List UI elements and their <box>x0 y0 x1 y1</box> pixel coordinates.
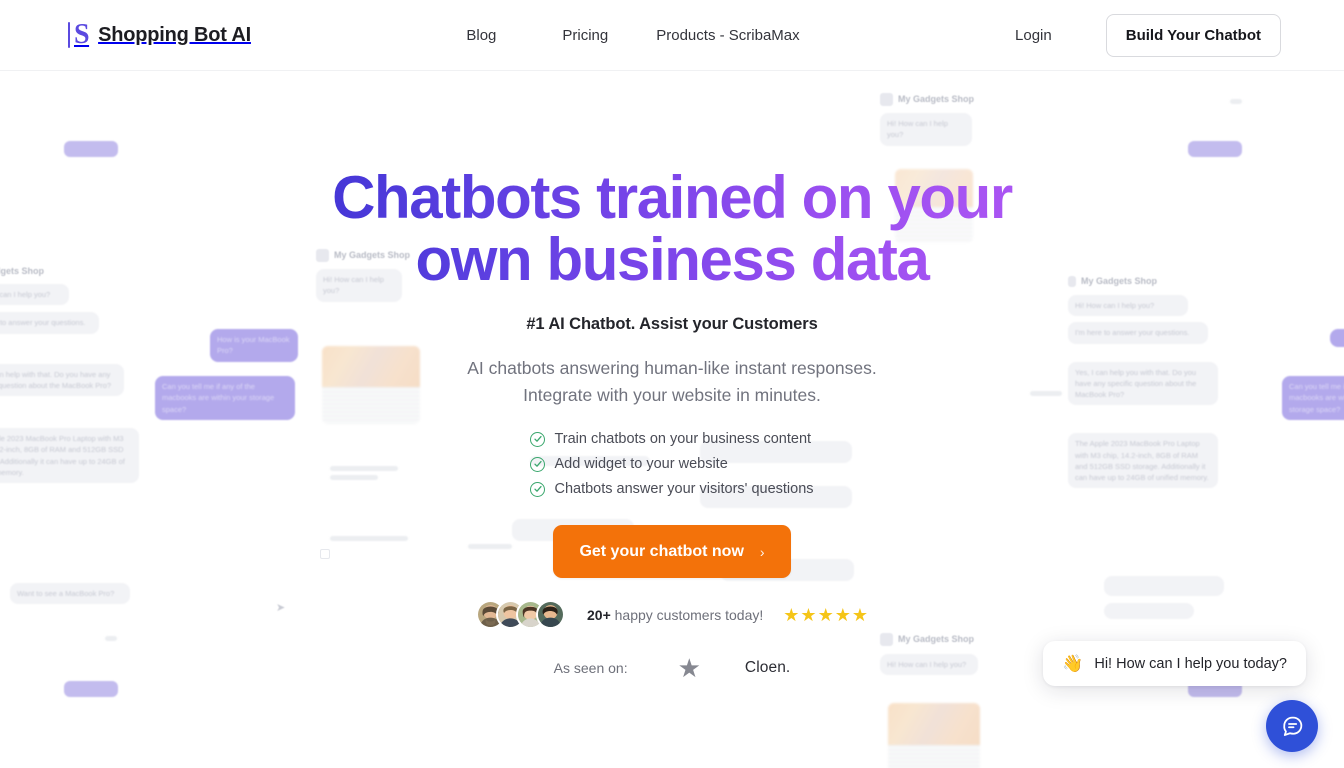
brand-letter: S <box>74 19 90 50</box>
as-seen-on-label: As seen on: <box>553 660 628 677</box>
check-circle-icon <box>530 481 546 497</box>
customer-count-suffix: happy customers today! <box>610 606 764 623</box>
hero-description: AI chatbots answering human-like instant… <box>467 355 877 409</box>
bg-chat-pill <box>64 681 118 697</box>
as-seen-on: As seen on: ★ Cloen. <box>554 655 791 681</box>
star-icon: ★ <box>817 604 834 625</box>
build-your-chatbot-button[interactable]: Build Your Chatbot <box>1105 13 1281 57</box>
hero-description-line-1: AI chatbots answering human-like instant… <box>467 357 877 378</box>
waving-hand-icon: 👋 <box>1062 654 1084 673</box>
press-star-icon: ★ <box>677 653 701 684</box>
rating-stars: ★ ★ ★ ★ ★ <box>783 606 868 624</box>
customer-count: 20+ <box>587 606 611 623</box>
feature-label: Chatbots answer your visitors' questions <box>554 481 814 498</box>
brand-logo[interactable]: S Shopping Bot AI <box>68 21 251 49</box>
check-circle-icon <box>530 456 546 472</box>
main-nav: Blog Pricing Products - ScribaMax <box>466 19 799 52</box>
hero-description-line-2: Integrate with your website in minutes. <box>523 384 821 405</box>
feature-list: Train chatbots on your business content … <box>530 431 814 498</box>
get-your-chatbot-now-button[interactable]: Get your chatbot now › <box>553 525 791 579</box>
chat-greeting-bubble[interactable]: 👋 Hi! How can I help you today? <box>1043 641 1306 686</box>
nav-item-products[interactable]: Products - ScribaMax <box>656 19 799 52</box>
landing-page: My Gadgets Shop Hi, How can I help you? … <box>0 0 1344 768</box>
feature-item: Chatbots answer your visitors' questions <box>530 481 814 498</box>
nav-item-pricing[interactable]: Pricing <box>562 19 608 52</box>
brand-bar-icon <box>68 22 70 48</box>
headline-line-2: own business data <box>415 226 929 294</box>
page-title: Chatbots trained on your own business da… <box>322 167 1022 292</box>
site-header: S Shopping Bot AI Blog Pricing Products … <box>0 0 1344 71</box>
star-icon: ★ <box>834 604 851 625</box>
hero-subheading: #1 AI Chatbot. Assist your Customers <box>526 314 818 333</box>
feature-item: Train chatbots on your business content <box>530 431 811 447</box>
hero-section: Chatbots trained on your own business da… <box>0 71 1344 681</box>
customer-avatars <box>476 600 565 630</box>
headline-line-1: Chatbots trained on your <box>332 164 1012 231</box>
customer-count-label: 20+ happy customers today! <box>587 607 763 623</box>
login-link[interactable]: Login <box>1015 27 1052 44</box>
feature-label: Add widget to your website <box>554 456 728 473</box>
header-actions: Login Build Your Chatbot <box>1015 13 1281 57</box>
star-icon: ★ <box>800 604 817 625</box>
social-proof: 20+ happy customers today! ★ ★ ★ ★ ★ <box>476 600 868 630</box>
chevron-right-icon: › <box>759 543 765 560</box>
check-circle-icon <box>530 431 546 447</box>
star-icon: ★ <box>851 604 868 625</box>
press-brand-cloen: Cloen. <box>744 659 791 677</box>
cta-label: Get your chatbot now <box>579 542 744 560</box>
brand-name: Shopping Bot AI <box>98 23 251 46</box>
brand-mark-icon: S <box>68 19 90 50</box>
feature-item: Add widget to your website <box>530 456 728 473</box>
avatar <box>536 600 565 630</box>
chat-launcher-button[interactable] <box>1266 700 1318 752</box>
star-icon: ★ <box>783 604 800 625</box>
nav-item-blog[interactable]: Blog <box>466 19 496 52</box>
chat-greeting-text: Hi! How can I help you today? <box>1094 655 1287 672</box>
bg-laptop-image <box>888 703 980 768</box>
chat-icon <box>1282 716 1302 736</box>
feature-label: Train chatbots on your business content <box>554 431 812 448</box>
